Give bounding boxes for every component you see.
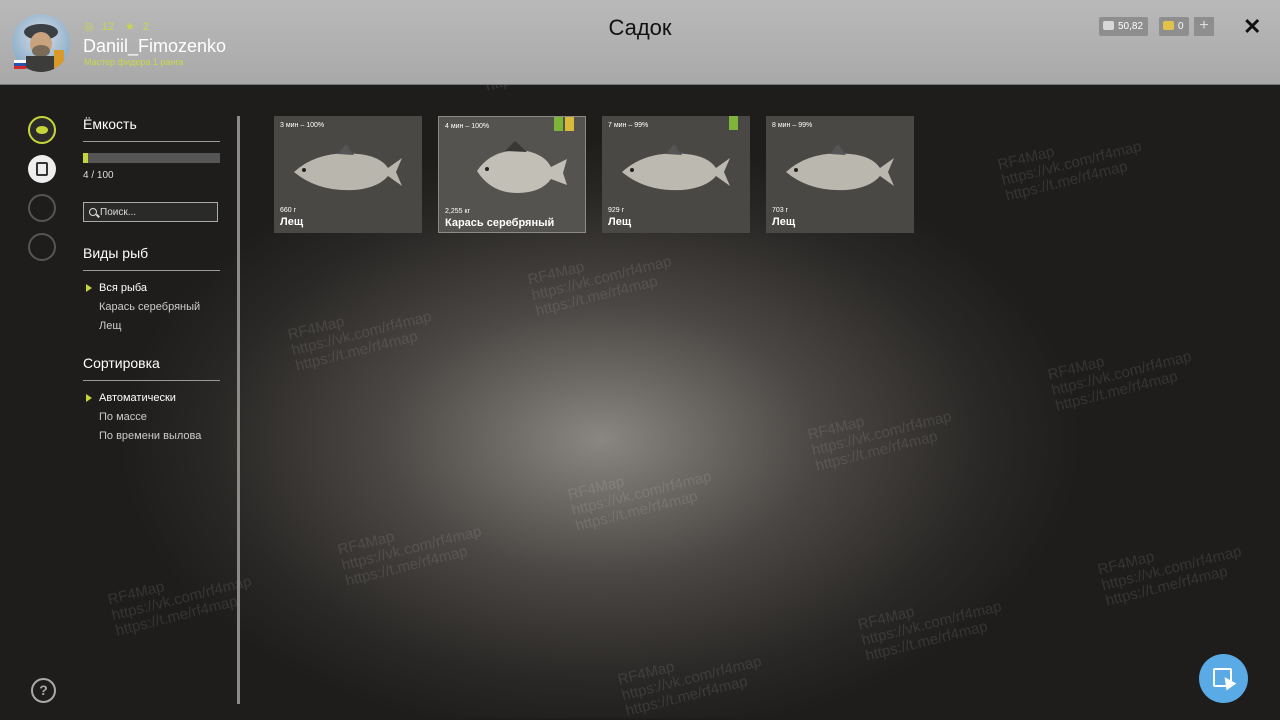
fish-filter-crucian[interactable]: Карась серебряный (99, 301, 200, 313)
gold-coin-icon (1163, 21, 1174, 30)
player-rank: Мастер фидера 1 ранга (84, 57, 184, 67)
panel-divider (237, 116, 240, 704)
capacity-text: 4 / 100 (83, 170, 114, 181)
selected-arrow-icon (86, 284, 92, 292)
fish-card[interactable]: 7 мин – 99% 929 г Лещ (602, 116, 750, 233)
silver-balance: 50,82 (1099, 17, 1149, 36)
watermark: RF4Maphttps://vk.com/rf4maphttps://t.me/… (286, 307, 434, 375)
trophy-bookmark-icon (565, 117, 574, 131)
fish-card[interactable]: 3 мин – 100% 660 г Лещ (274, 116, 422, 233)
fish-card[interactable]: 8 мин – 99% 703 г Лещ (766, 116, 914, 233)
bream-image (786, 144, 894, 191)
fish-icon[interactable] (28, 116, 56, 144)
sort-by-weight[interactable]: По массе (99, 411, 147, 423)
sorting-title: Сортировка (83, 355, 160, 371)
bream-image (294, 144, 402, 191)
bookmark-icon (729, 116, 738, 130)
watermark: RF4Maphttps://vk.com/rf4maphttps://t.me/… (336, 522, 484, 590)
card-name: Лещ (608, 216, 632, 228)
silver-coin-icon (1103, 21, 1114, 30)
search-input[interactable]: Поиск... (83, 202, 218, 222)
keepnet-icon[interactable] (28, 155, 56, 183)
top-bar: ◎ 12 ★ 2 Daniil_Fimozenko Мастер фидера 1 … (0, 0, 1280, 85)
home-icon[interactable] (28, 233, 56, 261)
watermark: RF4Maphttps://vk.com/rf4maphttps://t.me/… (616, 652, 764, 720)
card-time: 8 мин – 99% (772, 122, 813, 129)
search-icon (89, 208, 97, 216)
card-time: 4 мин – 100% (445, 123, 490, 130)
divider (83, 141, 220, 142)
fish-card[interactable]: 4 мин – 100% 2,255 кг Карась серебряный (438, 116, 586, 233)
watermark: RF4Maphttps://vk.com/rf4maphttps://t.me/… (526, 252, 674, 320)
bookmark-icon (554, 117, 563, 131)
watermark: RF4Maphttps://vk.com/rf4maphttps://t.me/… (996, 137, 1144, 205)
capacity-bar (83, 153, 220, 163)
divider (83, 270, 220, 271)
card-time: 7 мин – 99% (608, 122, 649, 129)
capacity-fill (83, 153, 89, 163)
card-weight: 2,255 кг (445, 208, 471, 215)
watermark: RF4Maphttps://vk.com/rf4maphttps://t.me/… (106, 572, 254, 640)
card-weight: 703 г (772, 207, 789, 214)
card-weight: 660 г (280, 207, 297, 214)
crucian-image (477, 141, 567, 193)
watermark: RF4Maphttps://vk.com/rf4maphttps://t.me/… (1096, 542, 1244, 610)
fish-filter-bream[interactable]: Лещ (99, 320, 121, 332)
flag-icon (14, 60, 26, 69)
divider (83, 380, 220, 381)
card-name: Лещ (772, 216, 796, 228)
search-placeholder: Поиск... (100, 207, 137, 218)
watermark: RF4Maphttps://vk.com/rf4maphttps://t.me/… (566, 467, 714, 535)
fish-filter-all[interactable]: Вся рыба (99, 282, 147, 294)
bream-image (622, 144, 730, 191)
page-title: Садок (608, 15, 672, 40)
gold-balance: 0 (1159, 17, 1189, 36)
card-weight: 929 г (608, 207, 625, 214)
help-icon[interactable]: ? (31, 678, 56, 703)
watermark: RF4Maphttps://vk.com/rf4maphttps://t.me/… (1046, 347, 1194, 415)
sort-by-time[interactable]: По времени вылова (99, 430, 201, 442)
card-name: Карась серебряный (445, 217, 555, 229)
watermark: RF4Maphttps://vk.com/rf4maphttps://t.me/… (856, 597, 1004, 665)
card-name: Лещ (280, 216, 304, 228)
capacity-title: Ёмкость (83, 116, 137, 132)
fish-types-title: Виды рыб (83, 245, 149, 261)
close-icon[interactable]: ✕ (1243, 14, 1261, 40)
cursor-icon[interactable] (1199, 654, 1248, 703)
trophy-icon[interactable] (28, 194, 56, 222)
selected-arrow-icon (86, 394, 92, 402)
card-time: 3 мин – 100% (280, 122, 325, 129)
sort-auto[interactable]: Автоматически (99, 392, 176, 404)
add-currency-button[interactable]: + (1194, 17, 1214, 36)
watermark: RF4Maphttps://vk.com/rf4maphttps://t.me/… (806, 407, 954, 475)
